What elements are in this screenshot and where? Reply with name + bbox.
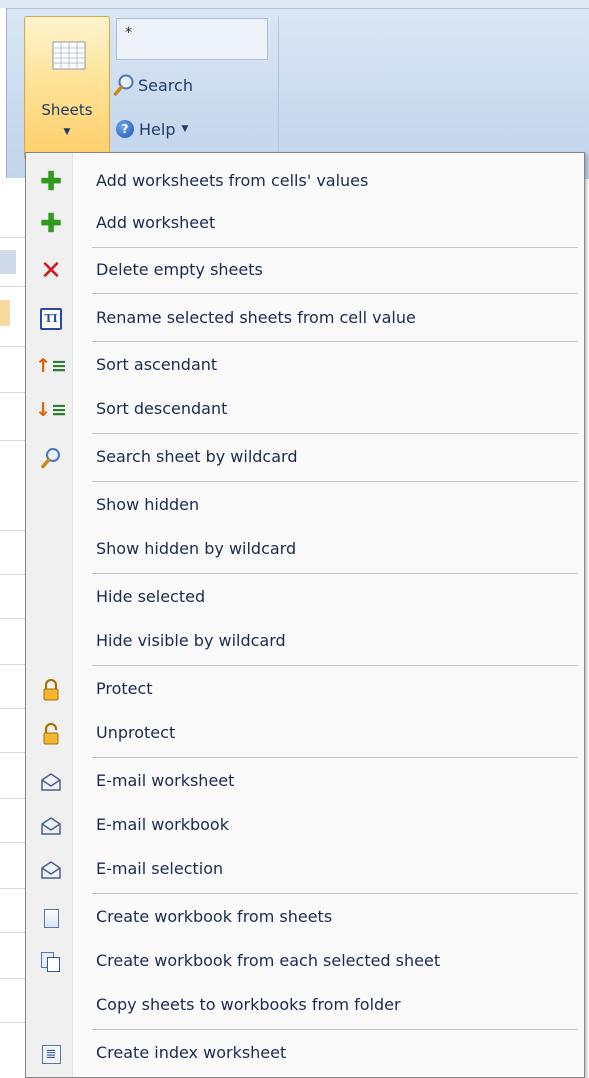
row-header-highlight xyxy=(0,250,16,274)
menu-item-unprotect[interactable]: Unprotect xyxy=(26,713,584,755)
menu-item-email-workbook[interactable]: E-mail workbook xyxy=(26,805,584,847)
menu-item-protect[interactable]: Protect xyxy=(26,669,584,711)
sort-descending-icon: ↓≡ xyxy=(35,399,67,421)
menu-item-label: E-mail workbook xyxy=(96,815,229,834)
menu-item-label: Add worksheet xyxy=(96,213,216,232)
red-cross-icon: ✕ xyxy=(40,256,62,286)
green-plus-icon: ✚ xyxy=(40,209,62,239)
menu-item-email-worksheet[interactable]: E-mail worksheet xyxy=(26,761,584,803)
menu-item-create-workbook-from-each-sheet[interactable]: Create workbook from each selected sheet xyxy=(26,941,584,983)
ribbon-group-separator xyxy=(278,16,279,166)
wildcard-search-input[interactable]: * xyxy=(116,18,268,60)
menu-item-add-worksheet[interactable]: ✚ Add worksheet xyxy=(26,203,584,245)
menu-separator xyxy=(92,665,578,666)
menu-item-label: Protect xyxy=(96,679,153,698)
menu-item-label: Unprotect xyxy=(96,723,176,742)
search-button-label: Search xyxy=(138,75,193,95)
menu-separator xyxy=(92,1029,578,1030)
menu-separator xyxy=(92,893,578,894)
document-icon xyxy=(40,907,62,929)
menu-item-label: Add worksheets from cells' values xyxy=(96,171,369,190)
rename-text-icon: TI xyxy=(40,308,62,330)
envelope-icon xyxy=(40,771,62,793)
documents-icon xyxy=(40,951,62,973)
menu-item-label: Show hidden xyxy=(96,495,200,514)
help-icon: ? xyxy=(116,120,134,138)
menu-separator xyxy=(92,573,578,574)
index-sheet-icon: ≣ xyxy=(40,1043,62,1065)
menu-item-label: Hide visible by wildcard xyxy=(96,631,286,650)
row-header-selected xyxy=(0,300,10,326)
menu-item-sort-ascendant[interactable]: ↑≡ Sort ascendant xyxy=(26,345,584,387)
menu-separator xyxy=(92,757,578,758)
menu-item-show-hidden-by-wildcard[interactable]: Show hidden by wildcard xyxy=(26,529,584,571)
menu-item-email-selection[interactable]: E-mail selection xyxy=(26,849,584,891)
sheets-dropdown-menu: ✚ Add worksheets from cells' values ✚ Ad… xyxy=(25,152,585,1078)
menu-item-label: E-mail selection xyxy=(96,859,224,878)
menu-separator xyxy=(92,341,578,342)
menu-separator xyxy=(92,433,578,434)
magnifier-icon xyxy=(113,73,135,97)
help-button[interactable]: ? Help ▼ xyxy=(116,114,188,144)
menu-item-sort-descendant[interactable]: ↓≡ Sort descendant xyxy=(26,389,584,431)
menu-item-label: E-mail worksheet xyxy=(96,771,235,790)
menu-item-label: Show hidden by wildcard xyxy=(96,539,297,558)
search-button[interactable]: Search xyxy=(113,70,193,100)
menu-item-label: Hide selected xyxy=(96,587,206,606)
magnifier-icon xyxy=(40,447,62,469)
menu-separator xyxy=(92,247,578,248)
sort-ascending-icon: ↑≡ xyxy=(35,355,67,377)
menu-item-label: Copy sheets to workbooks from folder xyxy=(96,995,401,1014)
menu-item-hide-visible-by-wildcard[interactable]: Hide visible by wildcard xyxy=(26,621,584,663)
sheets-dropdown-button[interactable]: Sheets ▼ xyxy=(24,16,110,160)
green-plus-icon: ✚ xyxy=(40,167,62,197)
menu-item-label: Sort descendant xyxy=(96,399,228,418)
envelope-icon xyxy=(40,815,62,837)
menu-item-label: Create index worksheet xyxy=(96,1043,287,1062)
sheet-grid-icon xyxy=(52,41,86,71)
lock-open-icon xyxy=(40,723,62,745)
menu-item-label: Sort ascendant xyxy=(96,355,218,374)
chevron-down-icon: ▼ xyxy=(63,127,71,137)
menu-item-create-index-worksheet[interactable]: ≣ Create index worksheet xyxy=(26,1033,584,1075)
menu-separator xyxy=(92,481,578,482)
envelope-icon xyxy=(40,859,62,881)
sheets-button-label: Sheets xyxy=(41,101,93,119)
menu-item-delete-empty-sheets[interactable]: ✕ Delete empty sheets xyxy=(26,250,584,292)
lock-closed-icon xyxy=(40,679,62,701)
menu-item-rename-selected-sheets[interactable]: TI Rename selected sheets from cell valu… xyxy=(26,298,584,340)
menu-item-copy-sheets-to-workbooks[interactable]: Copy sheets to workbooks from folder xyxy=(26,985,584,1027)
menu-item-label: Delete empty sheets xyxy=(96,260,263,279)
menu-item-show-hidden[interactable]: Show hidden xyxy=(26,485,584,527)
menu-item-search-sheet-by-wildcard[interactable]: Search sheet by wildcard xyxy=(26,437,584,479)
chevron-down-icon: ▼ xyxy=(181,124,189,134)
menu-item-hide-selected[interactable]: Hide selected xyxy=(26,577,584,619)
menu-item-label: Create workbook from sheets xyxy=(96,907,333,926)
window-top-strip xyxy=(0,0,589,8)
menu-item-create-workbook-from-sheets[interactable]: Create workbook from sheets xyxy=(26,897,584,939)
menu-item-label: Create workbook from each selected sheet xyxy=(96,951,441,970)
menu-item-add-worksheets-from-cells[interactable]: ✚ Add worksheets from cells' values xyxy=(26,161,584,203)
menu-separator xyxy=(92,293,578,294)
menu-item-label: Search sheet by wildcard xyxy=(96,447,298,466)
menu-item-label: Rename selected sheets from cell value xyxy=(96,308,416,327)
help-button-label: Help xyxy=(139,119,176,139)
